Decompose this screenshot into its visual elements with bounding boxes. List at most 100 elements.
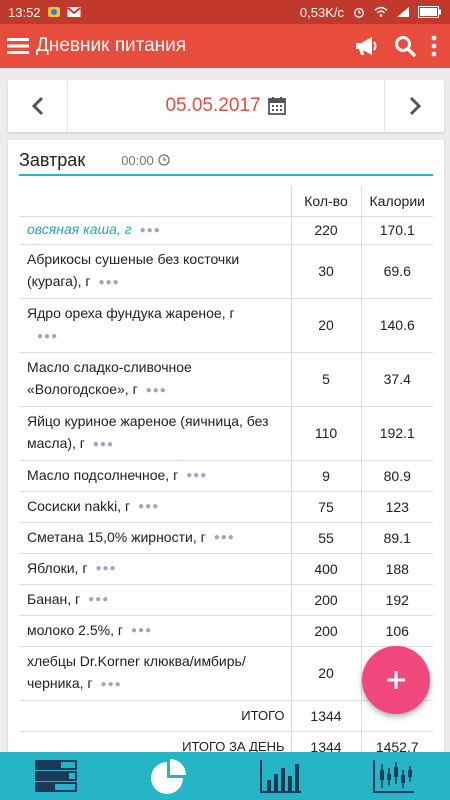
- table-row[interactable]: Масло подсолнечное, г ●●● 9 80.9: [19, 460, 433, 492]
- more-dots-icon[interactable]: ●●●: [93, 434, 114, 456]
- table-header-row: Кол-во Калории: [19, 186, 433, 217]
- more-dots-icon[interactable]: ●●●: [99, 272, 120, 294]
- more-dots-icon[interactable]: ●●●: [214, 527, 235, 549]
- table-row[interactable]: Яйцо куриное жареное (яичница, без масла…: [19, 406, 433, 461]
- more-dots-icon[interactable]: ●●●: [146, 380, 167, 402]
- table-row[interactable]: Ядро ореха фундука жареное, г ●●● 20 140.…: [19, 298, 433, 353]
- status-time: 13:52: [8, 4, 41, 20]
- table-row[interactable]: Яблоки, г ●●● 400 188: [19, 553, 433, 585]
- more-dots-icon[interactable]: ●●●: [101, 674, 122, 696]
- bottom-navigation: [0, 752, 450, 800]
- food-quantity: 200: [290, 584, 361, 616]
- more-dots-icon[interactable]: ●●●: [186, 465, 207, 487]
- nav-bar-chart[interactable]: [251, 752, 311, 800]
- table-row[interactable]: Банан, г ●●● 200 192: [19, 584, 433, 616]
- meal-total-label: ИТОГО: [19, 700, 291, 732]
- food-calories: 123: [360, 491, 433, 523]
- food-quantity: 75: [290, 491, 361, 523]
- battery-icon: [418, 6, 441, 18]
- menu-icon[interactable]: [6, 36, 30, 56]
- food-name: Яблоки, г: [27, 559, 88, 576]
- food-calories: 192: [360, 584, 433, 616]
- search-icon[interactable]: [394, 35, 416, 57]
- header-quantity: Кол-во: [290, 186, 361, 217]
- chevron-left-icon: [31, 96, 43, 116]
- food-quantity: 20: [290, 646, 361, 701]
- food-name: Абрикосы сушеные без косточки (курага), …: [27, 251, 240, 290]
- table-row[interactable]: Масло сладко-сливочное «Вологодское», г ●…: [19, 352, 433, 407]
- chevron-right-icon: [409, 96, 421, 116]
- food-quantity: 20: [290, 298, 361, 353]
- food-name: Сосиски nakki, г: [27, 497, 131, 514]
- food-name: Масло сладко-сливочное «Вологодское», г: [27, 359, 192, 398]
- megaphone-icon[interactable]: [354, 35, 380, 57]
- previous-day-button[interactable]: [8, 80, 68, 132]
- table-row[interactable]: Абрикосы сушеные без косточки (курага), …: [19, 244, 433, 299]
- food-name: Масло подсолнечное, г: [27, 466, 179, 483]
- food-name: Банан, г: [27, 590, 81, 607]
- meal-name: Завтрак: [19, 149, 86, 170]
- food-quantity: 110: [290, 406, 361, 461]
- table-row[interactable]: Сосиски nakki, г ●●● 75 123: [19, 491, 433, 523]
- food-calories: 37.4: [360, 352, 433, 407]
- food-calories: 188: [360, 553, 433, 585]
- table-row[interactable]: Сметана 15,0% жирности, г ●●● 55 89.1: [19, 522, 433, 554]
- food-name: Ядро ореха фундука жареное, г: [27, 305, 235, 322]
- food-quantity: 220: [290, 216, 361, 245]
- more-vert-icon[interactable]: [430, 35, 438, 57]
- food-name: молоко 2.5%, г: [27, 621, 123, 638]
- food-name: хлебцы Dr.Korner клюква/имбирь/черника, …: [27, 653, 246, 692]
- nav-stock-chart[interactable]: [364, 752, 424, 800]
- diary-list-icon: [35, 760, 78, 792]
- nav-pie-chart[interactable]: [139, 752, 199, 800]
- bar-chart-icon: [260, 760, 302, 793]
- current-date: 05.05.2017: [165, 95, 261, 116]
- food-name: овсяная каша, г: [27, 221, 132, 238]
- food-quantity: 5: [290, 352, 361, 407]
- food-calories: 89.1: [360, 522, 433, 554]
- table-row[interactable]: овсяная каша, г ●●● 220 170.1: [19, 216, 433, 245]
- wifi-icon: [374, 6, 388, 17]
- signal-icon: [397, 7, 409, 17]
- food-name: Яйцо куриное жареное (яичница, без масла…: [27, 413, 269, 452]
- status-bar: 13:52 0,53K/c: [0, 0, 450, 24]
- stock-chart-icon: [372, 760, 414, 793]
- more-dots-icon[interactable]: ●●●: [95, 558, 116, 580]
- more-dots-icon[interactable]: ●●●: [131, 620, 152, 642]
- more-dots-icon[interactable]: ●●●: [37, 326, 58, 348]
- food-calories: 106: [360, 615, 433, 647]
- pie-chart-icon: [150, 759, 186, 794]
- meal-total-quantity: 1344: [290, 700, 361, 732]
- gmail-icon: [66, 7, 81, 17]
- food-name: Сметана 15,0% жирности, г: [27, 528, 206, 545]
- meal-time-value: 00:00: [121, 152, 154, 168]
- food-quantity: 55: [290, 522, 361, 554]
- date-selector: 05.05.2017: [8, 80, 444, 132]
- food-calories: 69.6: [360, 244, 433, 299]
- nav-diary[interactable]: [26, 752, 86, 800]
- app-bar: Дневник питания: [0, 24, 450, 68]
- clock-icon: [158, 154, 170, 166]
- more-dots-icon[interactable]: ●●●: [88, 589, 109, 611]
- header-calories: Калории: [360, 186, 433, 217]
- meal-time[interactable]: 00:00: [121, 153, 170, 168]
- food-calories: 192.1: [360, 406, 433, 461]
- food-calories: 140.6: [360, 298, 433, 353]
- food-calories: 170.1: [360, 216, 433, 245]
- calendar-icon: [267, 97, 286, 115]
- food-quantity: 30: [290, 244, 361, 299]
- app-title: Дневник питания: [36, 35, 187, 56]
- more-dots-icon[interactable]: ●●●: [138, 496, 159, 518]
- date-picker[interactable]: 05.05.2017: [68, 80, 384, 132]
- more-dots-icon[interactable]: ●●●: [140, 220, 161, 242]
- meal-total-row: ИТОГО 1344: [19, 700, 433, 732]
- food-quantity: 400: [290, 553, 361, 585]
- network-speed: 0,53K/c: [299, 4, 344, 20]
- plus-icon: [387, 671, 405, 689]
- food-quantity: 200: [290, 615, 361, 647]
- add-food-button[interactable]: +: [362, 646, 430, 714]
- table-row[interactable]: молоко 2.5%, г ●●● 200 106: [19, 615, 433, 647]
- next-day-button[interactable]: [384, 80, 444, 132]
- notification-app-icon: [47, 7, 60, 17]
- meal-header[interactable]: Завтрак 00:00: [19, 146, 433, 176]
